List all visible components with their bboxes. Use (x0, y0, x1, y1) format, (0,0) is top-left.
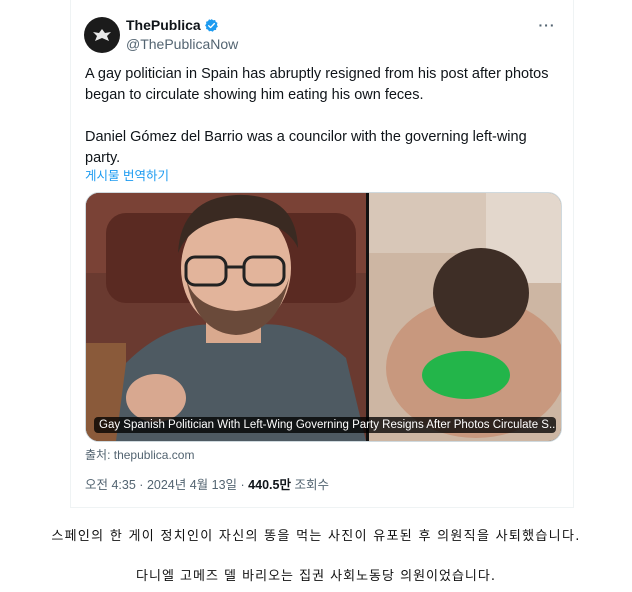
tweet-time[interactable]: 오전 4:35 (85, 478, 136, 492)
author-name-row[interactable]: ThePublica (126, 17, 219, 33)
tweet-meta: 오전 4:35 · 2024년 4월 13일 · 440.5만 조회수 (85, 474, 329, 493)
more-options-button[interactable]: ··· (535, 15, 559, 35)
view-count: 440.5만 (248, 478, 291, 492)
source-link[interactable]: 출처: thepublica.com (85, 446, 194, 463)
divider (71, 507, 573, 508)
avatar[interactable] (84, 17, 120, 53)
verified-badge-icon (204, 18, 218, 32)
author-handle[interactable]: @ThePublicaNow (126, 36, 238, 52)
more-dots-icon: ··· (538, 17, 556, 33)
tweet-card: ThePublica @ThePublicaNow ··· A gay poli… (70, 0, 574, 508)
tweet-text: A gay politician in Spain has abruptly r… (85, 64, 561, 169)
media-card[interactable]: Gay Spanish Politician With Left-Wing Go… (85, 192, 562, 442)
display-name[interactable]: ThePublica (126, 17, 201, 33)
views-label: 조회수 (294, 478, 329, 492)
tweet-paragraph: Daniel Gómez del Barrio was a councilor … (85, 129, 527, 166)
korean-caption-line-1: 스페인의 한 게이 정치인이 자신의 똥을 먹는 사진이 유포된 후 의원직을 … (51, 529, 581, 544)
korean-caption-line-2: 다니엘 고메즈 델 바리오는 집권 사회노동당 의원이었습니다. (136, 569, 496, 584)
media-caption: Gay Spanish Politician With Left-Wing Go… (94, 417, 556, 433)
eagle-logo-icon (93, 29, 111, 41)
tweet-date[interactable]: 2024년 4월 13일 (147, 478, 237, 492)
tweet-paragraph: A gay politician in Spain has abruptly r… (85, 66, 549, 103)
news-photo (86, 193, 561, 441)
translate-post-link[interactable]: 게시물 번역하기 (85, 165, 169, 184)
meta-separator: · (139, 478, 147, 492)
